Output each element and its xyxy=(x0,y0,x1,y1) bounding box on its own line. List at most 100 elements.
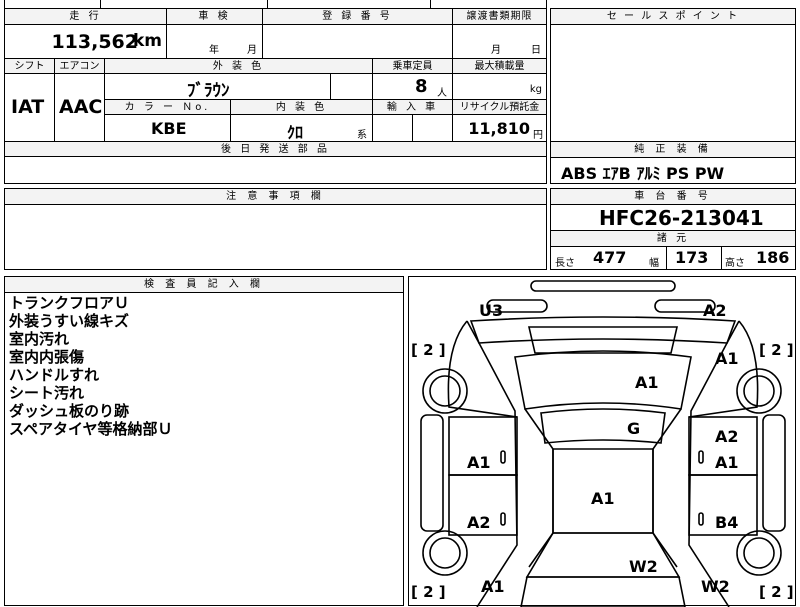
side-rail-right xyxy=(762,414,786,532)
damage-mark-a1-center: A1 xyxy=(591,489,615,508)
import-label: 輸 入 車 xyxy=(373,100,453,115)
width-label: 幅 xyxy=(649,258,659,269)
tire-value: 2 xyxy=(423,583,434,601)
rear-bar-top xyxy=(530,280,676,292)
note-item: トランクフロアＵ xyxy=(9,294,130,312)
damage-mark-a1-rear-right: A1 xyxy=(715,349,739,368)
max-load-unit: kg xyxy=(529,84,542,95)
hood xyxy=(520,576,686,607)
rear-quarter-right xyxy=(688,320,759,418)
chassis-label: 車 台 番 号 xyxy=(551,189,795,205)
roof-center xyxy=(540,408,666,444)
max-load-label: 最大積載量 xyxy=(453,59,546,74)
transfer-day: 日 xyxy=(531,45,541,56)
transfer-cell: 月 日 xyxy=(453,25,546,59)
damage-mark-a2-top: A2 xyxy=(703,301,727,320)
shift-cell: IAT xyxy=(5,74,55,142)
length-label: 長さ xyxy=(555,258,575,269)
length-value: 477 xyxy=(593,248,627,267)
mileage-cell: 113,562 km xyxy=(5,25,167,59)
recycle-unit: 円 xyxy=(533,130,543,141)
capacity-label: 乗車定員 xyxy=(373,59,453,74)
top-clipped-row xyxy=(5,0,546,9)
registration-label: 登 録 番 号 xyxy=(263,9,453,25)
shift-value: IAT xyxy=(11,96,45,118)
ac-value: AAC xyxy=(59,96,103,118)
delivery-parts-label: 後 日 発 送 部 品 xyxy=(5,142,546,157)
equipment-label: 純 正 装 備 xyxy=(551,142,795,158)
tire-close: ] xyxy=(786,583,794,601)
height-label: 高さ xyxy=(725,258,745,269)
wheel-rear-right-inner xyxy=(743,375,775,407)
note-item: 室内内張傷 xyxy=(9,348,85,366)
damage-mark-g: G xyxy=(627,419,641,438)
color-no-value: KBE xyxy=(151,119,187,138)
damage-mark-a2-right: A2 xyxy=(715,427,739,446)
exterior-color-extra-cell xyxy=(331,74,373,100)
inspection-cell: 年 月 xyxy=(167,25,263,59)
car-diagram-box: U3 A2 A1 A1 G A2 A1 A1 A1 A2 B4 W2 A1 W2… xyxy=(408,276,796,607)
shift-label: シフト xyxy=(5,59,55,74)
damage-mark-w2-right: W2 xyxy=(701,577,730,596)
handle-mark xyxy=(698,450,704,464)
damage-mark-u3: U3 xyxy=(479,301,504,320)
damage-mark-b4: B4 xyxy=(715,513,739,532)
tire-front-right: [ 2 ] xyxy=(759,583,794,601)
cabin-right-edge xyxy=(652,408,682,568)
tire-close: ] xyxy=(786,341,794,359)
handle-mark xyxy=(500,512,506,526)
transfer-month: 月 xyxy=(491,45,501,56)
note-item: ハンドルすれ xyxy=(9,366,100,384)
side-rail-left xyxy=(420,414,444,532)
note-item: 外装うすい線キズ xyxy=(9,312,130,330)
tire-close: ] xyxy=(438,583,446,601)
import-cell-b xyxy=(413,115,453,142)
equipment-value: ABS ｴｱB ｱﾙﾐ PS PW xyxy=(561,164,725,183)
tire-open: [ xyxy=(759,583,766,601)
interior-color-label: 内 装 色 xyxy=(231,100,373,115)
roof-rear xyxy=(514,350,692,410)
color-no-label: カ ラ ー Ｎo. xyxy=(105,100,231,115)
damage-mark-a2-left: A2 xyxy=(467,513,491,532)
height-value: 186 xyxy=(756,248,790,267)
recycle-cell: 11,810 円 xyxy=(453,115,546,142)
tire-rear-right: [ 2 ] xyxy=(759,341,794,359)
specs-divider xyxy=(666,246,667,270)
tire-value: 2 xyxy=(771,341,782,359)
damage-mark-a1-front-left: A1 xyxy=(481,577,505,596)
damage-mark-a1-roof: A1 xyxy=(635,373,659,392)
damage-mark-w2-center: W2 xyxy=(629,557,658,576)
handle-mark xyxy=(500,450,506,464)
specs-divider xyxy=(721,246,722,270)
caution-label: 注 意 事 項 欄 xyxy=(5,189,546,205)
cabin-left-edge xyxy=(524,408,554,568)
registration-cell xyxy=(263,25,453,59)
inspector-notes-list: トランクフロアＵ 外装うすい線キズ 室内汚れ 室内内張傷 ハンドルすれ シート汚… xyxy=(9,294,173,438)
tire-value: 2 xyxy=(771,583,782,601)
interior-color-cell: ｸﾛ 系 xyxy=(231,115,373,142)
mileage-label: 走 行 xyxy=(5,9,167,25)
note-item: シート汚れ xyxy=(9,384,85,402)
damage-mark-a1-left: A1 xyxy=(467,453,491,472)
wheel-front-left-inner xyxy=(429,537,461,569)
sales-point-box: セ ー ル ス ポ イ ン ト xyxy=(550,8,796,143)
capacity-value: 8 xyxy=(415,76,428,97)
inspector-notes-box: 検 査 員 記 入 欄 トランクフロアＵ 外装うすい線キズ 室内汚れ 室内内張傷… xyxy=(4,276,404,606)
chassis-box: 車 台 番 号 HFC26-213041 諸 元 長さ 477 幅 173 高さ… xyxy=(550,188,796,270)
exterior-color-label: 外 装 色 xyxy=(105,59,373,74)
clipped-divider xyxy=(430,0,431,8)
wheel-front-right-inner xyxy=(743,537,775,569)
tire-value: 2 xyxy=(423,341,434,359)
tire-open: [ xyxy=(759,341,766,359)
tire-open: [ xyxy=(411,341,418,359)
color-no-cell: KBE xyxy=(105,115,231,142)
interior-color-value: ｸﾛ xyxy=(287,123,304,142)
inspection-year: 年 xyxy=(209,45,219,56)
rear-quarter-left xyxy=(447,320,518,418)
capacity-cell: 8 人 xyxy=(373,74,453,100)
chassis-number: HFC26-213041 xyxy=(599,206,764,230)
import-cell-a xyxy=(373,115,413,142)
damage-mark-a1-right: A1 xyxy=(715,453,739,472)
specs-label: 諸 元 xyxy=(551,230,795,247)
tire-front-left: [ 2 ] xyxy=(411,583,446,601)
